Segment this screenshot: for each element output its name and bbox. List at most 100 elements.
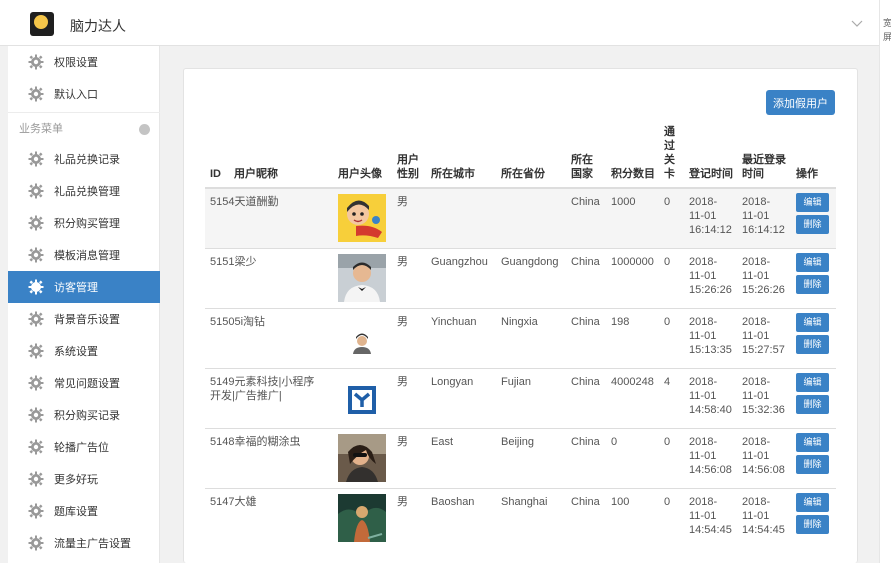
sidebar-item[interactable]: 权限设置 xyxy=(8,46,160,78)
col-reg-date[interactable]: 登记时间 xyxy=(684,125,737,189)
sidebar-item[interactable]: 礼品兑换记录 xyxy=(8,143,160,175)
cell-reg-date-line: 14:54:45 xyxy=(689,523,732,536)
cell-last-login: 2018- 11-01 14:54:45 xyxy=(737,487,791,548)
top-bar: 脑力达人 xyxy=(0,0,879,46)
cell-province: Beijing xyxy=(496,427,566,488)
edit-button[interactable]: 编辑 xyxy=(796,312,829,332)
woman-avatar[interactable] xyxy=(338,433,386,482)
section-header[interactable]: 业务菜单 xyxy=(8,112,160,142)
cell-country-text: China xyxy=(571,435,600,448)
col-city[interactable]: 所在城市 xyxy=(426,125,496,189)
sidebar-item[interactable]: 系统设置 xyxy=(8,335,160,367)
col-actions: 操作 xyxy=(791,125,836,189)
cell-province-text: Beijing xyxy=(501,435,535,448)
sidebar-item[interactable]: 流量主广告设置 xyxy=(8,527,160,559)
delete-button[interactable]: 删除 xyxy=(796,454,829,474)
col-points[interactable]: 积分数目 xyxy=(606,125,659,189)
cell-points: 1000 xyxy=(606,187,659,248)
cell-last-login-line: 2018- xyxy=(742,315,771,328)
cell-reg-date-line: 2018- xyxy=(689,255,718,268)
cell-id-nickname: 5151梁少 xyxy=(205,247,333,308)
delete-button[interactable]: 删除 xyxy=(796,274,829,294)
cell-gender: 男 xyxy=(392,307,426,368)
col-level[interactable]: 通过关卡 xyxy=(659,125,684,189)
cell-last-login-line: 2018- xyxy=(742,495,771,508)
man-avatar[interactable] xyxy=(338,253,386,302)
gear-icon xyxy=(28,375,44,391)
cell-last-login-line: 11-01 xyxy=(742,449,770,462)
col-last-login[interactable]: 最近登录 时间 xyxy=(737,125,791,189)
cell-reg-date-line: 15:13:35 xyxy=(689,343,732,356)
add-fake-user-button[interactable]: 添加假用户 xyxy=(766,90,835,115)
delete-button[interactable]: 删除 xyxy=(796,394,829,414)
edit-button[interactable]: 编辑 xyxy=(796,193,829,212)
table-row[interactable]: 5149元素科技|小程序开发|广告推广| 男 Longyan Fujian China 4… xyxy=(205,367,836,428)
sidebar-item-label: 访客管理 xyxy=(54,282,98,294)
col-avatar[interactable]: 用户头像 xyxy=(333,125,392,189)
col-country[interactable]: 所在 国家 xyxy=(566,125,606,189)
cell-last-login-line: 2018- xyxy=(742,435,771,448)
app-logo[interactable] xyxy=(30,12,54,36)
sidebar-item[interactable]: 默认入口 xyxy=(8,78,160,110)
col-province[interactable]: 所在省份 xyxy=(496,125,566,189)
sidebar-item[interactable]: 积分购买管理 xyxy=(8,207,160,239)
sidebar-item[interactable]: 访客管理 xyxy=(8,271,160,303)
delete-button[interactable]: 删除 xyxy=(796,334,829,354)
sidebar-item[interactable]: 更多好玩 xyxy=(8,463,160,495)
sidebar-item[interactable]: 背景音乐设置 xyxy=(8,303,160,335)
cell-province-text: Ningxia xyxy=(501,315,538,328)
app-title: 脑力达人 xyxy=(70,18,126,34)
sidebar-item-label: 模板消息管理 xyxy=(54,250,120,262)
cell-city: East xyxy=(426,427,496,488)
gear-icon xyxy=(28,54,44,70)
sidebar-item[interactable]: 礼品兑换管理 xyxy=(8,175,160,207)
edit-button[interactable]: 编辑 xyxy=(796,432,829,452)
sidebar-item-label: 轮播广告位 xyxy=(54,442,109,454)
col-level-line: 通 xyxy=(664,126,675,138)
col-nickname[interactable]: 用户昵称 xyxy=(229,125,333,189)
cell-gender: 男 xyxy=(392,487,426,548)
edit-button[interactable]: 编辑 xyxy=(796,252,829,272)
sidebar-item[interactable]: 模板消息管理 xyxy=(8,239,160,271)
cell-gender: 男 xyxy=(392,427,426,488)
col-id[interactable]: ID xyxy=(205,125,229,189)
edit-button[interactable]: 编辑 xyxy=(796,372,829,392)
cell-reg-date-line: 15:26:26 xyxy=(689,283,732,296)
cartoon-avatar[interactable] xyxy=(338,194,386,242)
col-last-login-line: 最近登录 xyxy=(742,154,786,166)
sidebar-item-label: 常见问题设置 xyxy=(54,378,120,390)
cell-id: 5147 xyxy=(210,495,235,508)
cell-reg-date-line: 16:14:12 xyxy=(689,224,732,236)
chevron-down-icon[interactable] xyxy=(851,17,863,29)
cell-last-login: 2018- 11-01 15:26:26 xyxy=(737,247,791,308)
col-gender[interactable]: 用户 性别 xyxy=(392,125,426,189)
logo-avatar[interactable] xyxy=(338,373,386,422)
table-row[interactable]: 51505i淘钻男 Yinchuan Ningxia China 198 0 2018- 11… xyxy=(205,307,836,368)
section-toggle-icon[interactable] xyxy=(139,124,150,135)
cell-last-login-line: 11-01 xyxy=(742,389,770,402)
forest-avatar[interactable] xyxy=(338,493,386,542)
sidebar-item[interactable]: 题库设置 xyxy=(8,495,160,527)
col-level-line: 过 xyxy=(664,140,675,152)
cell-country: China xyxy=(566,307,606,368)
gear-icon xyxy=(28,86,44,102)
sidebar-item[interactable]: 常见问题设置 xyxy=(8,367,160,399)
cell-reg-date: 2018- 11-01 14:58:40 xyxy=(684,367,737,428)
gear-icon xyxy=(28,439,44,455)
edit-button[interactable]: 编辑 xyxy=(796,492,829,512)
table-row[interactable]: 5151梁少 男 Guangzhou Guangdong China 1000000 0 20… xyxy=(205,247,836,308)
cell-last-login-line: 14:54:45 xyxy=(742,523,785,536)
cell-city-text: East xyxy=(431,435,454,448)
cell-level-text: 0 xyxy=(664,255,671,268)
delete-button[interactable]: 删除 xyxy=(796,514,829,534)
cell-points-text: 4000248 xyxy=(611,375,654,388)
sidebar-item[interactable]: 积分购买记录 xyxy=(8,399,160,431)
table-row[interactable]: 5147大雄男 Baoshan Shanghai China 100 0 2018- 11-0… xyxy=(205,487,836,548)
cell-level: 0 xyxy=(659,187,684,248)
cell-last-login-line: 15:27:57 xyxy=(742,343,785,356)
delete-button[interactable]: 删除 xyxy=(796,215,829,234)
sidebar-item[interactable]: 轮播广告位 xyxy=(8,431,160,463)
table-row[interactable]: 5148幸福的糊涂虫男 East Beijing China 0 0 2018- 11-01 1… xyxy=(205,427,836,488)
table-row[interactable]: 5154天道酬勤男 China 1000 0 2018- 11-01 16:14:12 201… xyxy=(205,187,836,248)
default-avatar[interactable] xyxy=(338,313,386,362)
